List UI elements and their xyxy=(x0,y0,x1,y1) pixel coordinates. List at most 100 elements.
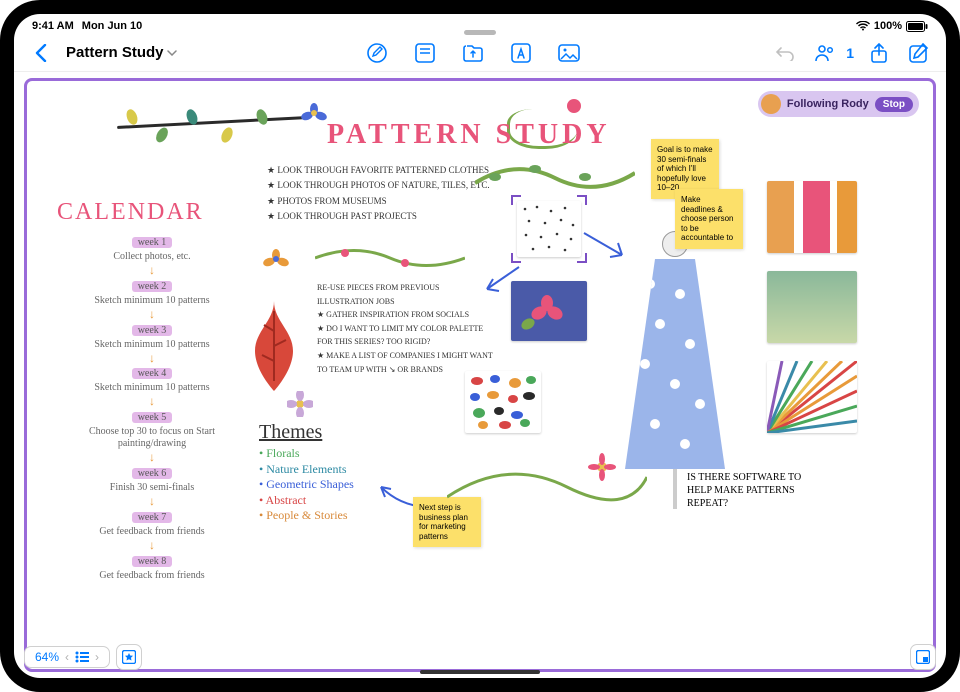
share-button[interactable] xyxy=(864,38,894,68)
flower-icon xyxy=(287,391,313,417)
status-time: 9:41 AM xyxy=(32,20,74,32)
battery-percent: 100% xyxy=(874,20,902,32)
note-line: ★ LOOK THROUGH FAVORITE PATTERNED CLOTHE… xyxy=(267,163,490,178)
selection-handle[interactable] xyxy=(511,195,521,205)
themes-heading: Themes xyxy=(259,421,354,444)
stop-following-button[interactable]: Stop xyxy=(875,97,913,112)
collaboration-button[interactable] xyxy=(810,38,840,68)
note-line: ★ DO I WANT TO LIMIT MY COLOR PALETTE FO… xyxy=(317,322,497,349)
calendar-week: week 8 Get feedback from friends xyxy=(57,551,247,582)
calendar-week-label: week 5 xyxy=(132,412,173,423)
pattern-swatch-stripes[interactable] xyxy=(767,181,857,253)
multitasking-handle[interactable] xyxy=(464,30,496,35)
chevron-down-icon xyxy=(167,50,177,56)
theme-item: • Nature Elements xyxy=(259,462,354,478)
nav-prev-icon[interactable]: ‹ xyxy=(65,650,69,664)
leaf-icon xyxy=(255,108,270,126)
calendar-week-desc: Sketch minimum 10 patterns xyxy=(57,295,247,307)
calendar-week: week 3Sketch minimum 10 patterns xyxy=(57,320,247,351)
undo-button[interactable] xyxy=(770,38,800,68)
calendar-week-label: week 4 xyxy=(132,368,173,379)
arrow-down-icon: ↓ xyxy=(57,540,247,551)
wifi-icon xyxy=(856,21,870,31)
question-note: IS THERE SOFTWARE TO HELP MAKE PATTERNS … xyxy=(687,471,827,510)
calendar-week: week 2 Sketch minimum 10 patterns xyxy=(57,276,247,307)
calendar-week-desc: Finish 30 semi-finals xyxy=(57,482,247,494)
leaf-icon xyxy=(154,126,171,145)
sticky-note[interactable]: Make deadlines & choose person to be acc… xyxy=(675,189,743,249)
ipad-frame: 9:41 AM Mon Jun 10 100% Pattern Study xyxy=(0,0,960,692)
pattern-swatch-sunburst[interactable] xyxy=(767,361,857,433)
screen: 9:41 AM Mon Jun 10 100% Pattern Study xyxy=(14,14,946,678)
battery-icon xyxy=(906,21,928,32)
home-indicator[interactable] xyxy=(420,670,540,674)
collaborator-count: 1 xyxy=(846,45,854,61)
arrow-down-icon: ↓ xyxy=(57,452,247,463)
file-insert-button[interactable] xyxy=(458,38,488,68)
calendar-week-label: week 1 xyxy=(132,237,173,248)
status-bar: 9:41 AM Mon Jun 10 100% xyxy=(14,14,946,34)
note-line: RE-USE PIECES FROM PREVIOUS ILLUSTRATION… xyxy=(317,281,497,308)
calendar-week: week 5 Choose top 30 to focus on Start pa… xyxy=(57,407,247,450)
theme-item: • Geometric Shapes xyxy=(259,477,354,493)
pattern-swatch-dots[interactable] xyxy=(517,201,581,257)
selection-handle[interactable] xyxy=(577,195,587,205)
note-line: ★ PHOTOS FROM MUSEUMS xyxy=(267,194,490,209)
calendar-week-label: week 6 xyxy=(132,468,173,479)
back-button[interactable] xyxy=(26,38,56,68)
note-line: ★ LOOK THROUGH PAST PROJECTS xyxy=(267,209,490,224)
media-insert-button[interactable] xyxy=(554,38,584,68)
text-tool-button[interactable] xyxy=(506,38,536,68)
leaf-icon xyxy=(125,108,140,126)
calendar-heading: CALENDAR xyxy=(57,199,247,226)
selection-handle[interactable] xyxy=(511,253,521,263)
following-label: Following Rody xyxy=(787,98,869,110)
compose-button[interactable] xyxy=(904,38,934,68)
theme-item: • Florals xyxy=(259,446,354,462)
red-leaf-icon xyxy=(255,301,293,391)
flower-icon xyxy=(267,251,285,269)
favorite-scene-button[interactable] xyxy=(116,644,142,670)
zoom-value: 64% xyxy=(35,650,59,664)
calendar-week: week 6 Finish 30 semi-finals xyxy=(57,463,247,494)
arrow-down-icon: ↓ xyxy=(57,309,247,320)
leaf-icon xyxy=(219,126,235,145)
avatar xyxy=(761,94,781,114)
board-heading: PATTERN STUDY xyxy=(327,119,611,151)
pattern-swatch-blobs[interactable] xyxy=(465,371,541,433)
themes-section: Themes • Florals• Nature Elements• Geome… xyxy=(259,421,354,524)
notes-top: ★ LOOK THROUGH FAVORITE PATTERNED CLOTHE… xyxy=(267,163,490,224)
calendar-week-desc: Choose top 30 to focus on Start painting… xyxy=(57,426,247,450)
minimap-button[interactable] xyxy=(910,644,936,670)
following-indicator: Following Rody Stop xyxy=(758,91,919,117)
flower-icon xyxy=(305,105,323,123)
calendar-week-label: week 2 xyxy=(132,281,173,292)
calendar-week-desc: Get feedback from friends xyxy=(57,526,247,538)
zoom-control[interactable]: 64% ‹ › xyxy=(24,646,110,668)
theme-item: • People & Stories xyxy=(259,508,354,524)
note-line: ★ GATHER INSPIRATION FROM SOCIALS xyxy=(317,308,497,322)
board-title-dropdown[interactable]: Pattern Study xyxy=(66,44,177,61)
pattern-swatch-watercolor[interactable] xyxy=(767,271,857,343)
calendar-section: CALENDAR week 1Collect photos, etc.↓week… xyxy=(57,199,247,584)
calendar-week-desc: Get feedback from friends xyxy=(57,570,247,582)
calendar-week: week 1 Collect photos, etc. xyxy=(57,232,247,263)
calendar-week-desc: Collect photos, etc. xyxy=(57,251,247,263)
freeform-canvas[interactable]: Following Rody Stop xyxy=(24,78,936,672)
calendar-week-label: week 8 xyxy=(132,556,173,567)
arrow-down-icon: ↓ xyxy=(57,496,247,507)
theme-item: • Abstract xyxy=(259,493,354,509)
calendar-week-label: week 7 xyxy=(132,512,173,523)
arrow-down-icon: ↓ xyxy=(57,396,247,407)
scenes-icon[interactable] xyxy=(75,651,89,663)
decorative-vine xyxy=(315,243,465,273)
nav-next-icon[interactable]: › xyxy=(95,650,99,664)
arrow-down-icon: ↓ xyxy=(57,353,247,364)
canvas-area[interactable]: Following Rody Stop xyxy=(14,72,946,678)
bottom-toolbar: 64% ‹ › xyxy=(24,644,936,670)
arrow-icon xyxy=(483,265,523,295)
pen-tool-button[interactable] xyxy=(362,38,392,68)
decorative-vine xyxy=(475,153,635,193)
sticky-note-button[interactable] xyxy=(410,38,440,68)
calendar-week-desc: Sketch minimum 10 patterns xyxy=(57,339,247,351)
